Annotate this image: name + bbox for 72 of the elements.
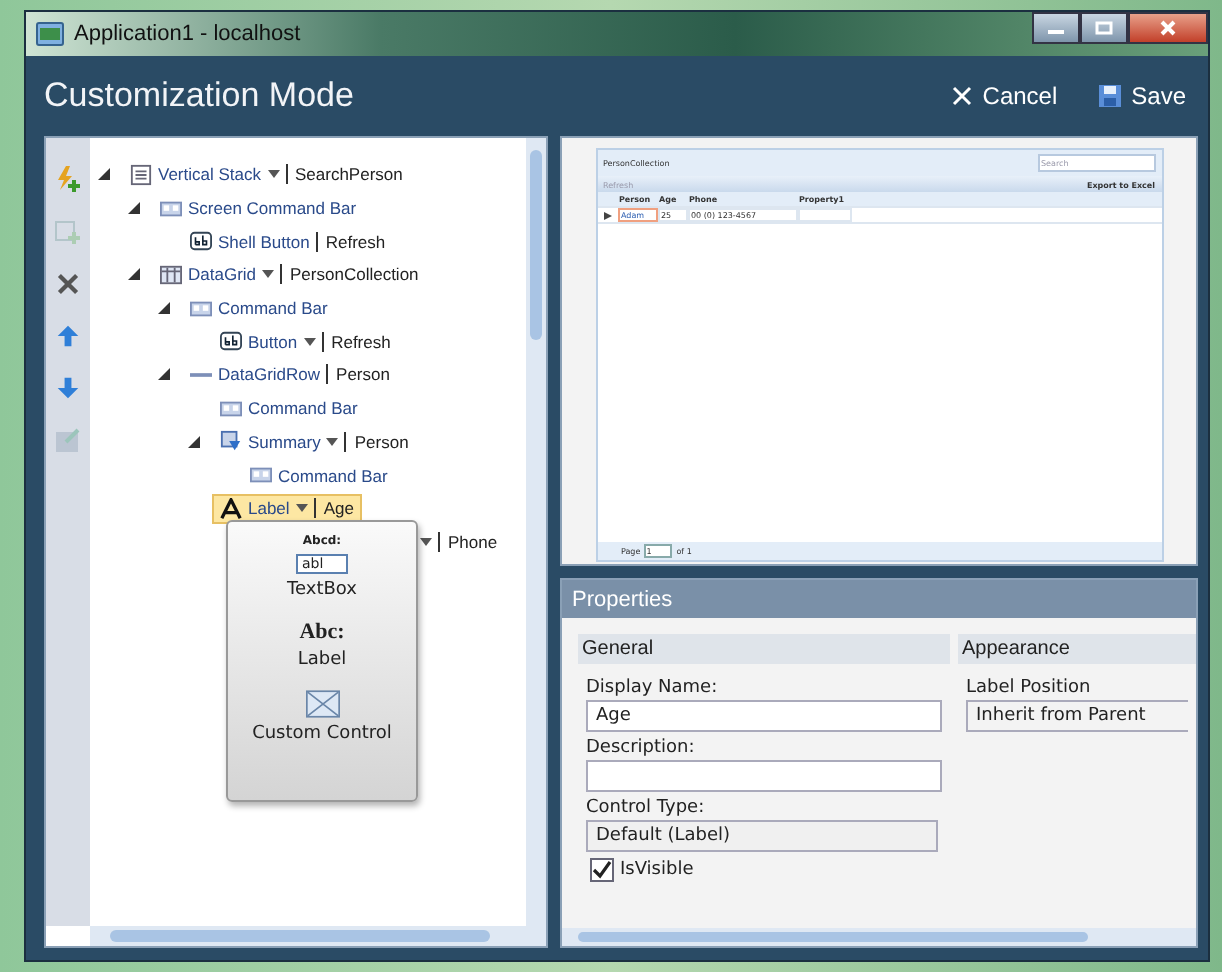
down-arrow-icon — [56, 376, 80, 400]
input-field[interactable] — [586, 760, 942, 792]
expanded-arrow-icon[interactable] — [188, 435, 200, 448]
close-icon — [1158, 20, 1178, 36]
input-field[interactable]: Inherit from Parent — [966, 700, 1188, 732]
tree-node[interactable]: Command Bar — [182, 293, 336, 324]
delete-icon — [56, 272, 80, 296]
input-field[interactable]: Age — [586, 700, 942, 732]
dropdown-caret-icon[interactable] — [326, 437, 339, 446]
stack-icon — [130, 163, 152, 186]
close-icon — [952, 86, 973, 106]
tree-node[interactable]: Label Age — [212, 493, 362, 524]
button-icon — [190, 230, 212, 253]
tree-node[interactable]: DataGridRow Person — [182, 359, 398, 390]
cancel-button[interactable]: Cancel — [952, 82, 1058, 110]
letter-a-icon — [220, 497, 242, 520]
envelope-icon — [305, 690, 339, 718]
tree-node[interactable]: Button Refresh — [212, 326, 399, 357]
input-field[interactable]: Default (Label) — [586, 820, 938, 852]
dropdown-caret-icon[interactable] — [262, 270, 275, 279]
button-icon — [220, 330, 242, 353]
dropdown-caret-icon[interactable] — [295, 504, 308, 513]
app-icon — [36, 22, 64, 46]
command-bar-icon — [220, 397, 242, 420]
dropdown-caret-icon[interactable] — [267, 170, 279, 179]
tree-node[interactable]: Vertical Stack SearchPerson — [122, 159, 411, 190]
tree-node[interactable]: Phone — [412, 527, 506, 556]
expanded-arrow-icon[interactable] — [158, 368, 170, 381]
summary-icon — [220, 430, 242, 453]
close-button[interactable] — [1128, 12, 1208, 44]
row-arrow-icon — [603, 211, 611, 219]
tree-node[interactable]: Screen Command Bar — [152, 193, 365, 224]
horizontal-scrollbar[interactable] — [562, 928, 1196, 946]
expanded-arrow-icon[interactable] — [158, 302, 170, 315]
maximize-icon — [1094, 20, 1114, 36]
command-bar-icon — [250, 464, 272, 487]
field-label: Description: — [586, 736, 697, 760]
expanded-arrow-icon[interactable] — [128, 268, 140, 281]
add-item-icon — [54, 218, 82, 246]
menu-item[interactable]: Abc: Label — [297, 620, 347, 670]
vertical-scrollbar[interactable] — [526, 138, 546, 926]
up-arrow-icon — [56, 324, 80, 348]
field-label: Control Type: — [586, 796, 707, 820]
tree-node[interactable]: Shell Button Refresh — [182, 226, 394, 257]
expanded-arrow-icon[interactable] — [98, 168, 110, 181]
section-header: Appearance — [958, 634, 1196, 664]
tree-node[interactable]: Command Bar — [242, 460, 396, 491]
field-label: Display Name: — [586, 676, 720, 700]
minimize-button[interactable] — [1032, 12, 1080, 44]
save-icon — [1097, 84, 1122, 108]
tree-node[interactable]: DataGrid PersonCollection — [152, 259, 427, 290]
section-header: General — [578, 634, 950, 664]
menu-item[interactable]: Custom Control — [252, 690, 392, 744]
command-bar-icon — [160, 197, 182, 220]
window-title: Application1 - localhost — [74, 22, 301, 46]
horizontal-scrollbar[interactable] — [90, 926, 546, 946]
dropdown-caret-icon[interactable] — [420, 537, 432, 546]
properties-header: Properties — [562, 580, 1196, 618]
expanded-arrow-icon[interactable] — [128, 202, 140, 215]
field-label: Label Position — [966, 676, 1093, 700]
mode-title: Customization Mode — [44, 76, 354, 116]
save-button[interactable]: Save — [1097, 82, 1186, 110]
tree-node[interactable]: Command Bar — [212, 393, 366, 424]
maximize-button[interactable] — [1080, 12, 1128, 44]
checkbox[interactable] — [590, 858, 614, 882]
lightning-plus-icon — [54, 166, 82, 194]
grid-icon — [160, 263, 182, 286]
command-bar-icon — [190, 297, 212, 320]
checkbox-label: IsVisible — [620, 860, 694, 880]
dropdown-caret-icon[interactable] — [303, 337, 316, 346]
edit-icon — [54, 426, 82, 454]
tree-node[interactable]: Summary Person — [212, 426, 417, 457]
